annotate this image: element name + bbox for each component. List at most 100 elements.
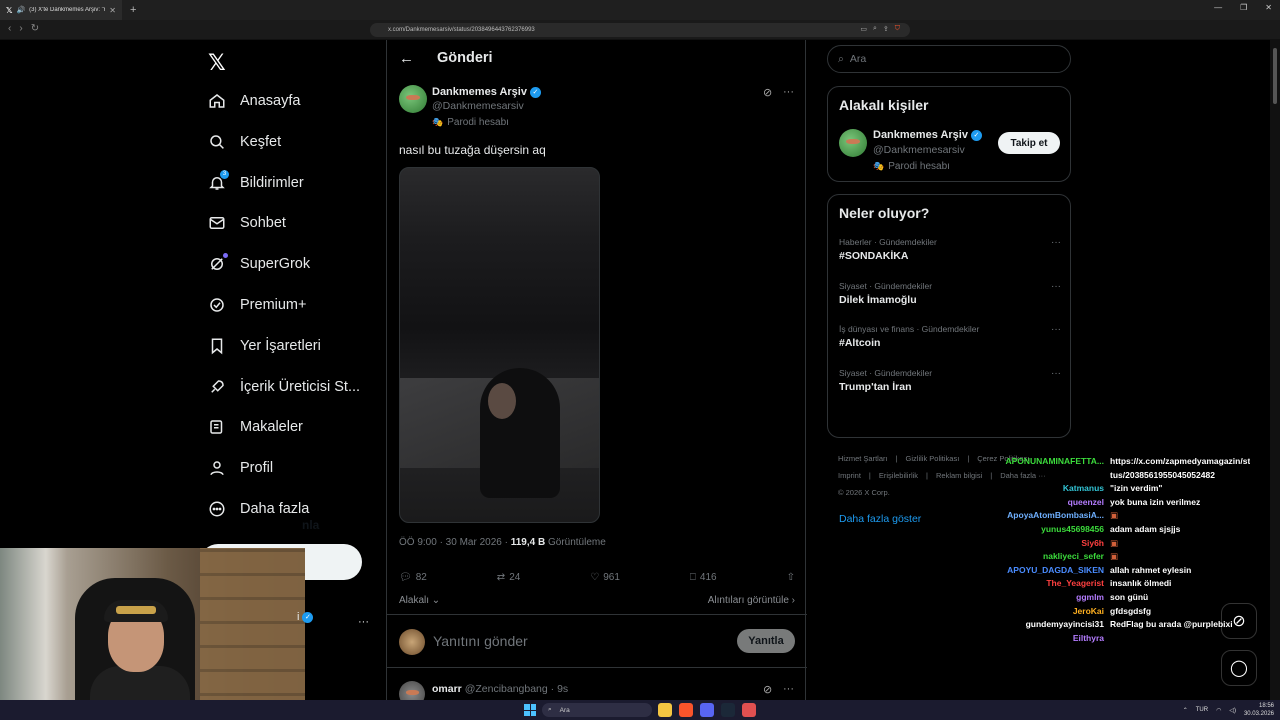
nav-item-supergrok[interactable]: SuperGrok bbox=[208, 249, 310, 279]
author-handle[interactable]: @Dankmemesarsiv bbox=[432, 100, 524, 112]
nav-item-profil[interactable]: Profil bbox=[208, 453, 273, 483]
trend-item[interactable]: Haberler · Gündemdekiler #SONDAKİKA ··· bbox=[839, 237, 1061, 262]
trend-more-icon[interactable]: ··· bbox=[1051, 237, 1061, 248]
trend-name: Trump'tan İran bbox=[839, 380, 912, 393]
taskbar-search[interactable]: ⌕ Ara bbox=[542, 703, 652, 717]
page-title: Gönderi bbox=[437, 50, 493, 66]
x-logo-icon[interactable]: 𝕏 bbox=[208, 50, 226, 76]
obs-icon[interactable] bbox=[742, 703, 756, 717]
footer-link[interactable]: © 2026 X Corp. bbox=[838, 488, 890, 497]
nav-item-yer-i-şaretleri[interactable]: Yer İşaretleri bbox=[208, 331, 321, 361]
related-handle[interactable]: @Dankmemesarsiv bbox=[873, 144, 965, 156]
reader-icon[interactable]: ▭ bbox=[860, 25, 867, 33]
reply-avatar[interactable] bbox=[399, 681, 425, 700]
file-explorer-icon[interactable] bbox=[658, 703, 672, 717]
nav-item-label: İçerik Üreticisi St... bbox=[240, 378, 361, 395]
nav-item-daha-fazla[interactable]: Daha fazla bbox=[208, 494, 309, 524]
messages-float-button[interactable]: ◯ bbox=[1221, 650, 1257, 686]
like-count: 961 bbox=[603, 572, 620, 583]
trend-item[interactable]: Siyaset · Gündemdekiler Dilek İmamoğlu ··· bbox=[839, 281, 1061, 306]
account-more-icon[interactable]: ··· bbox=[358, 616, 369, 628]
trend-item[interactable]: İş dünyası ve finans · Gündemdekiler #Alt… bbox=[839, 324, 1061, 349]
author-name[interactable]: Dankmemes Arşiv ✓ bbox=[432, 86, 541, 98]
related-avatar[interactable] bbox=[839, 129, 867, 157]
nav-item-bildirimler[interactable]: 3 Bildirimler bbox=[208, 168, 304, 198]
footer-link[interactable]: Reklam bilgisi bbox=[936, 471, 982, 480]
windows-start-icon[interactable] bbox=[524, 704, 536, 716]
like-action[interactable]: ♡ 961 bbox=[590, 572, 620, 583]
share-icon[interactable]: ⇪ bbox=[883, 25, 889, 33]
reload-icon[interactable]: ↻ bbox=[31, 23, 39, 34]
speaker-icon[interactable]: 🔊 bbox=[16, 6, 25, 14]
new-tab-button[interactable]: + bbox=[130, 4, 136, 16]
nav-item-keşfet[interactable]: Keşfet bbox=[208, 127, 281, 157]
browser-tab[interactable]: 𝕏 🔊 (3) X'te Dankmemes Arşiv: "n ✕ bbox=[0, 0, 122, 20]
page-scrollbar[interactable] bbox=[1270, 40, 1280, 700]
time: 18:56 bbox=[1258, 703, 1274, 709]
trend-category: Siyaset · Gündemdekiler bbox=[839, 280, 933, 291]
wifi-icon[interactable]: ◠ bbox=[1216, 707, 1221, 714]
grok-icon[interactable]: ⊘ bbox=[763, 86, 772, 99]
chat-message: gundemyayincisi31 RedFlag bu arada @purpl… bbox=[990, 618, 1250, 632]
footer-link[interactable]: Imprint bbox=[838, 471, 861, 480]
chat-username: Katmanus bbox=[1062, 483, 1104, 494]
repost-icon: ⇄ bbox=[496, 572, 506, 583]
discord-icon[interactable] bbox=[700, 703, 714, 717]
minimize-button[interactable]: — bbox=[1214, 3, 1222, 12]
reply-button[interactable]: Yanıtla bbox=[737, 629, 795, 653]
search-input[interactable]: ⌕ Ara bbox=[827, 45, 1071, 73]
trend-more-icon[interactable]: ··· bbox=[1051, 368, 1061, 379]
brave-icon[interactable] bbox=[679, 703, 693, 717]
repost-action[interactable]: ⇄ 24 bbox=[497, 572, 521, 583]
trend-more-icon[interactable]: ··· bbox=[1051, 324, 1061, 335]
reply-author-name[interactable]: omarr bbox=[432, 683, 462, 695]
nav-item-premium-[interactable]: Premium+ bbox=[208, 290, 306, 320]
steam-icon[interactable] bbox=[721, 703, 735, 717]
url-field[interactable]: x.com/Dankmemesarsiv/status/203849644376… bbox=[370, 23, 910, 37]
forward-icon[interactable]: › bbox=[19, 23, 22, 34]
related-dropdown[interactable]: Alakalı ⌄ bbox=[399, 595, 440, 606]
trend-more-icon[interactable]: ··· bbox=[1051, 281, 1061, 292]
nav-item-anasayfa[interactable]: Anasayfa bbox=[208, 86, 300, 116]
zoom-icon[interactable]: ⌕ bbox=[873, 25, 877, 33]
share-action[interactable]: ⇧ bbox=[787, 572, 795, 583]
timestamp[interactable]: ÖÖ 9:00 · 30 Mar 2026 · bbox=[399, 537, 511, 548]
back-arrow-icon[interactable]: ← bbox=[399, 50, 414, 67]
taskbar-search-text: Ara bbox=[559, 706, 570, 714]
view-quotes-link[interactable]: Alıntıları görüntüle › bbox=[708, 595, 795, 606]
back-icon[interactable]: ‹ bbox=[8, 23, 11, 34]
reply-item[interactable]: omarr @Zencibangbang · 9s ⊘ ··· bbox=[387, 675, 807, 700]
close-tab-icon[interactable]: ✕ bbox=[109, 6, 116, 15]
reply-input[interactable]: Yanıtını gönder bbox=[433, 633, 528, 649]
show-more-link[interactable]: Daha fazla göster bbox=[839, 513, 921, 525]
clock[interactable]: 18:56 30.03.2026 bbox=[1244, 702, 1274, 718]
footer-link[interactable]: Erişilebilirlik bbox=[879, 471, 918, 480]
nav-item-i-çerik-üreticisi-st-[interactable]: İçerik Üreticisi St... bbox=[208, 372, 360, 402]
footer-link[interactable]: Gizlilik Politikası bbox=[906, 454, 960, 463]
nav-item-sohbet[interactable]: Sohbet bbox=[208, 208, 286, 238]
trend-item[interactable]: Siyaset · Gündemdekiler Trump'tan İran ··· bbox=[839, 368, 1061, 393]
maximize-button[interactable]: ❐ bbox=[1240, 3, 1247, 12]
more-options-icon[interactable]: ··· bbox=[783, 683, 794, 695]
more-options-icon[interactable]: ··· bbox=[783, 86, 794, 98]
related-name[interactable]: Dankmemes Arşiv ✓ bbox=[873, 129, 982, 141]
quotes-label: Alıntıları görüntüle bbox=[707, 595, 789, 606]
volume-icon[interactable]: ◁) bbox=[1229, 707, 1236, 714]
reply-author-handle[interactable]: @Zencibangbang bbox=[465, 683, 548, 695]
footer-link[interactable]: Hizmet Şartları bbox=[838, 454, 888, 463]
video-player[interactable] bbox=[399, 167, 600, 523]
reply-action[interactable]: 💬︎ 82 bbox=[399, 572, 427, 583]
lang-indicator[interactable]: TUR bbox=[1196, 707, 1208, 713]
author-avatar[interactable] bbox=[399, 85, 427, 113]
grok-icon[interactable]: ⊘ bbox=[763, 683, 772, 696]
account-switcher[interactable]: i ✓ bbox=[297, 611, 314, 623]
tweet-meta: ÖÖ 9:00 · 30 Mar 2026 · 119,4 B Görüntül… bbox=[399, 537, 606, 548]
follow-button[interactable]: Takip et bbox=[998, 132, 1060, 154]
chat-username: APONUNAMINAFETTA... bbox=[1005, 456, 1104, 466]
scrollbar-thumb[interactable] bbox=[1273, 48, 1277, 104]
close-window-button[interactable]: ✕ bbox=[1265, 3, 1272, 12]
bookmark-action[interactable]: ⎕ 416 bbox=[690, 572, 717, 583]
nav-item-makaleler[interactable]: Makaleler bbox=[208, 412, 303, 442]
brave-shield-icon[interactable]: ⛉ bbox=[895, 25, 900, 33]
chevron-up-icon[interactable]: ⌃ bbox=[1183, 707, 1188, 714]
